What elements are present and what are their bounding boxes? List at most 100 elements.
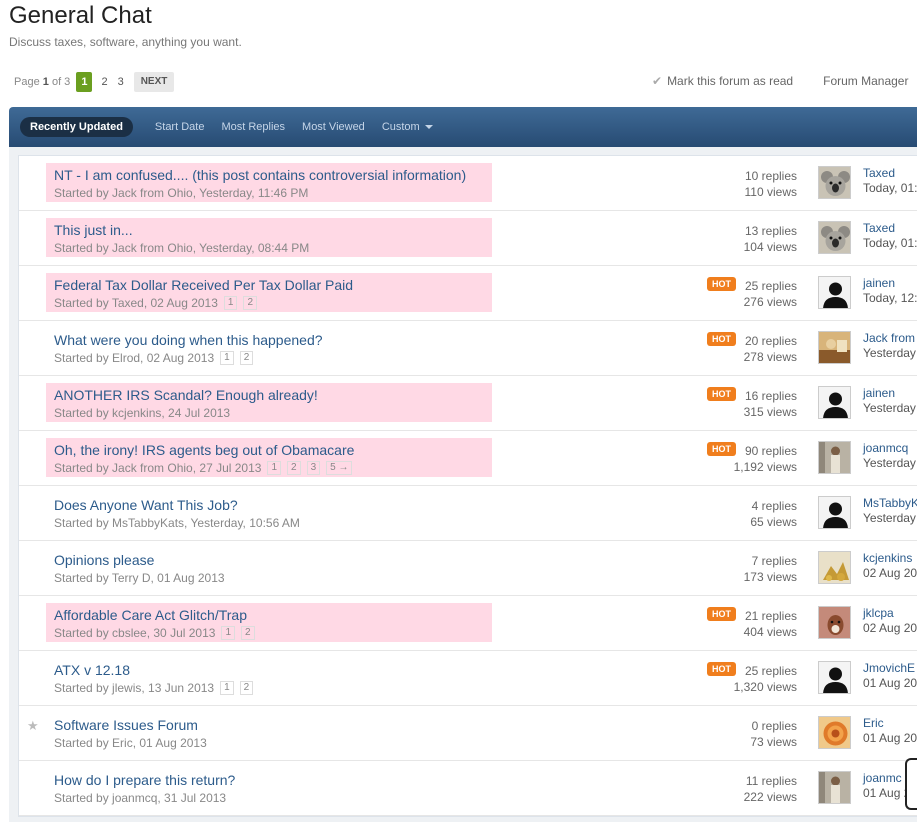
- view-count: 65 views: [750, 515, 797, 529]
- topic-started-by: Started by Eric, 01 Aug 2013: [54, 736, 207, 750]
- reply-count: 4 replies: [751, 499, 797, 513]
- topic-started-by: Started by MsTabbyKats, Yesterday, 10:56…: [54, 516, 300, 530]
- last-post-time: Yesterday: [863, 401, 916, 415]
- topic-title-link[interactable]: What were you doing when this happened?: [54, 332, 323, 348]
- avatar[interactable]: [818, 771, 851, 804]
- reply-count: 0 replies: [751, 719, 797, 733]
- topic-page-link[interactable]: 1: [221, 626, 235, 640]
- avatar[interactable]: [818, 606, 851, 639]
- last-post-time: Yesterday: [863, 511, 916, 525]
- topic-page-link[interactable]: 1: [267, 461, 282, 475]
- last-poster-link[interactable]: jainen: [863, 276, 917, 291]
- view-count: 222 views: [743, 790, 797, 804]
- mark-forum-read-link[interactable]: Mark this forum as read: [667, 74, 793, 88]
- avatar[interactable]: [818, 276, 851, 309]
- topic-stats: 20 replies 278 views: [744, 333, 797, 365]
- reply-count: 16 replies: [744, 389, 797, 403]
- topic-page-link[interactable]: 1: [220, 351, 234, 365]
- avatar[interactable]: [818, 331, 851, 364]
- avatar[interactable]: [818, 441, 851, 474]
- topic-page-link[interactable]: 2: [241, 626, 255, 640]
- avatar[interactable]: [818, 496, 851, 529]
- tab-start-date[interactable]: Start Date: [155, 121, 205, 133]
- topic-title-link[interactable]: ANOTHER IRS Scandal? Enough already!: [54, 387, 318, 403]
- avatar[interactable]: [818, 386, 851, 419]
- last-poster-link[interactable]: Eric: [863, 716, 917, 731]
- topic-page-link[interactable]: 1: [220, 681, 234, 695]
- reply-count: 21 replies: [744, 609, 797, 623]
- topic-started-by: Started by Jack from Ohio, 27 Jul 2013: [54, 461, 262, 475]
- last-poster-link[interactable]: joanmcq: [863, 441, 916, 456]
- last-poster-link[interactable]: JmovichE: [863, 661, 917, 676]
- topic-started-by: Started by Elrod, 02 Aug 2013: [54, 351, 215, 365]
- topic-page-link[interactable]: 2: [243, 296, 258, 310]
- page-link-3[interactable]: 3: [113, 72, 129, 92]
- avatar[interactable]: [818, 716, 851, 749]
- reply-count: 20 replies: [744, 334, 797, 348]
- reply-count: 90 replies: [744, 444, 797, 458]
- topic-page-link[interactable]: 2: [239, 681, 254, 695]
- avatar[interactable]: [818, 166, 851, 199]
- last-post-time: Yesterday: [863, 456, 916, 470]
- topic-started-by: Started by jlewis, 13 Jun 2013: [54, 681, 215, 695]
- reply-count: 25 replies: [744, 279, 797, 293]
- topic-stats: 25 replies 276 views: [744, 278, 797, 310]
- avatar[interactable]: [818, 221, 851, 254]
- topic-title-link[interactable]: How do I prepare this return?: [54, 772, 235, 788]
- topic-page-link[interactable]: 1: [223, 296, 238, 310]
- last-poster-link[interactable]: Taxed: [863, 166, 917, 181]
- page-info-suffix: of 3: [51, 76, 71, 88]
- tab-custom[interactable]: Custom: [382, 121, 433, 133]
- last-post-time: Today, 01:: [863, 236, 917, 250]
- forum-description: Discuss taxes, software, anything you wa…: [9, 35, 242, 49]
- last-poster-link[interactable]: jainen: [863, 386, 916, 401]
- last-post-info: jainen Today, 12:: [863, 276, 917, 306]
- last-poster-link[interactable]: MsTabbyK: [863, 496, 917, 511]
- topic-page-link[interactable]: 3: [306, 461, 321, 475]
- last-poster-link[interactable]: joanmc: [863, 771, 910, 786]
- topic-title-link[interactable]: Affordable Care Act Glitch/Trap: [54, 607, 247, 623]
- avatar[interactable]: [818, 661, 851, 694]
- topic-title-link[interactable]: Federal Tax Dollar Received Per Tax Doll…: [54, 277, 353, 293]
- page-link-1[interactable]: 1: [76, 72, 93, 92]
- topic-title-link[interactable]: NT - I am confused.... (this post contai…: [54, 167, 466, 183]
- avatar[interactable]: [818, 551, 851, 584]
- page-link-2[interactable]: 2: [96, 72, 112, 92]
- topic-title-link[interactable]: Oh, the irony! IRS agents beg out of Oba…: [54, 442, 354, 458]
- check-icon: ✔: [652, 74, 663, 88]
- forum-actions: ✔ Mark this forum as read Forum Manager: [652, 74, 908, 88]
- topic-title-link[interactable]: Opinions please: [54, 552, 154, 568]
- tab-most-viewed[interactable]: Most Viewed: [302, 121, 365, 133]
- view-count: 104 views: [743, 240, 797, 254]
- topic-row: Federal Tax Dollar Received Per Tax Doll…: [19, 266, 917, 321]
- scrollbar-handle[interactable]: [905, 758, 917, 810]
- topic-title-link[interactable]: ATX v 12.18: [54, 662, 130, 678]
- topic-started-by: Started by joanmcq, 31 Jul 2013: [54, 791, 227, 805]
- last-poster-link[interactable]: jklcpa: [863, 606, 917, 621]
- last-poster-link[interactable]: kcjenkins: [863, 551, 917, 566]
- hot-badge: HOT: [707, 387, 736, 401]
- topic-title-link[interactable]: Does Anyone Want This Job?: [54, 497, 238, 513]
- topic-stats: 16 replies 315 views: [744, 388, 797, 420]
- topic-meta: Started by kcjenkins, 24 Jul 2013: [54, 406, 230, 420]
- topic-title-link[interactable]: Software Issues Forum: [54, 717, 198, 733]
- view-count: 1,320 views: [733, 680, 797, 694]
- tab-recently-updated[interactable]: Recently Updated: [20, 117, 133, 137]
- reply-count: 11 replies: [745, 774, 797, 788]
- topic-title-link[interactable]: This just in...: [54, 222, 133, 238]
- topic-stats: 10 replies 110 views: [745, 168, 797, 200]
- view-count: 73 views: [750, 735, 797, 749]
- caret-down-icon: [424, 125, 433, 130]
- last-poster-link[interactable]: Jack from: [863, 331, 916, 346]
- star-icon[interactable]: ★: [27, 718, 39, 734]
- next-page-button[interactable]: NEXT: [133, 72, 175, 92]
- tab-most-replies[interactable]: Most Replies: [221, 121, 285, 133]
- topic-page-link[interactable]: 2: [239, 351, 254, 365]
- topic-page-link[interactable]: 2: [287, 461, 301, 475]
- topic-stats: 11 replies 222 views: [744, 773, 797, 805]
- forum-manager-link[interactable]: Forum Manager: [823, 74, 908, 88]
- sort-tab-bar: Recently Updated Start Date Most Replies…: [9, 107, 917, 147]
- topic-page-link[interactable]: 5 →: [326, 461, 353, 475]
- topic-started-by: Started by Jack from Ohio, Yesterday, 08…: [54, 241, 310, 255]
- last-poster-link[interactable]: Taxed: [863, 221, 917, 236]
